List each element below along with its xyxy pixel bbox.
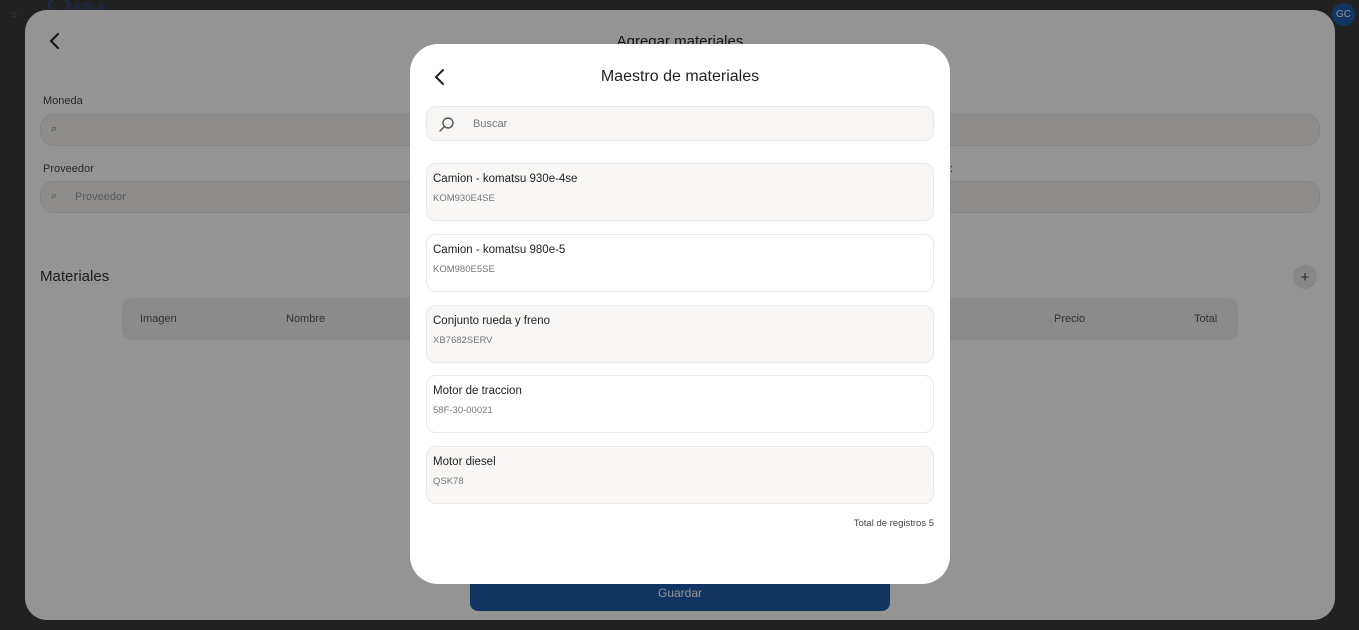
material-name: Camion - komatsu 930e-4se bbox=[433, 173, 578, 185]
material-code: 58F-30-00021 bbox=[433, 405, 493, 416]
materials-master-dialog: Maestro de materiales Camion - komatsu 9… bbox=[410, 44, 950, 584]
material-name: Conjunto rueda y freno bbox=[433, 315, 550, 327]
search-input[interactable] bbox=[473, 115, 913, 133]
search-icon bbox=[439, 117, 454, 132]
material-name: Motor diesel bbox=[433, 456, 496, 468]
list-item[interactable]: Motor de traccion 58F-30-00021 bbox=[426, 375, 934, 433]
list-item[interactable]: Motor diesel QSK78 bbox=[426, 446, 934, 504]
material-name: Motor de traccion bbox=[433, 385, 522, 397]
total-records: Total de registros 5 bbox=[853, 518, 934, 529]
material-code: XB7682SERV bbox=[433, 335, 493, 346]
search-bar[interactable] bbox=[426, 106, 934, 141]
material-code: QSK78 bbox=[433, 476, 464, 487]
list-item[interactable]: Conjunto rueda y freno XB7682SERV bbox=[426, 305, 934, 363]
dialog-title: Maestro de materiales bbox=[600, 68, 760, 85]
list-item[interactable]: Camion - komatsu 980e-5 KOM980E5SE bbox=[426, 234, 934, 292]
material-code: KOM930E4SE bbox=[433, 193, 495, 204]
material-name: Camion - komatsu 980e-5 bbox=[433, 244, 566, 256]
material-code: KOM980E5SE bbox=[433, 264, 495, 275]
list-item[interactable]: Camion - komatsu 930e-4se KOM930E4SE bbox=[426, 163, 934, 221]
